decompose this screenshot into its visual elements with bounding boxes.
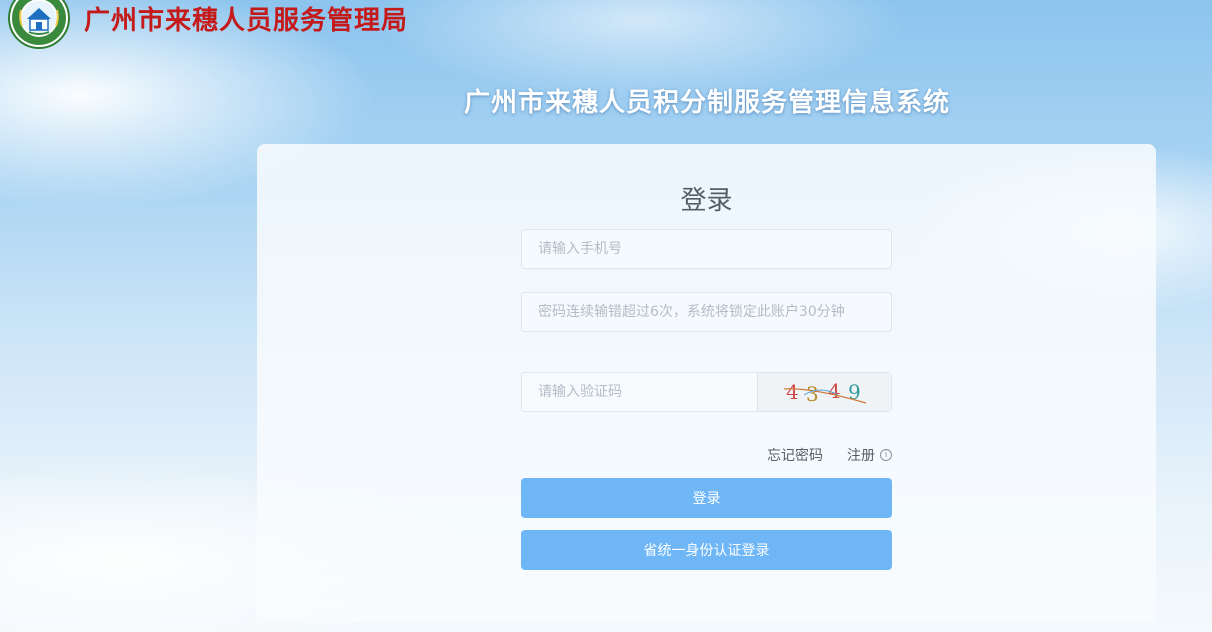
register-link[interactable]: 注册: [847, 445, 875, 465]
captcha-row: 4 3 4 9: [521, 372, 892, 412]
header: 广州市来穗人员服务管理局: [0, 0, 600, 78]
phone-input[interactable]: [522, 230, 891, 268]
login-card: 登录 4 3 4 9 忘记密码 注册 i 登录 省统一身份认证登录: [257, 144, 1156, 622]
info-icon[interactable]: i: [880, 449, 892, 461]
org-name: 广州市来穗人员服务管理局: [84, 5, 409, 36]
password-field[interactable]: [521, 292, 892, 332]
svg-text:3: 3: [806, 382, 819, 406]
captcha-image[interactable]: 4 3 4 9: [757, 373, 891, 411]
svg-text:4: 4: [786, 380, 799, 404]
captcha-glyphs: 4 3 4 9: [783, 379, 866, 406]
aux-links: 忘记密码 注册 i: [767, 445, 892, 465]
password-input[interactable]: [522, 293, 891, 331]
login-title: 登录: [680, 186, 733, 216]
captcha-input[interactable]: [522, 373, 757, 411]
phone-field[interactable]: [521, 229, 892, 269]
forgot-password-link[interactable]: 忘记密码: [767, 445, 823, 465]
system-title: 广州市来穗人员积分制服务管理信息系统: [463, 88, 950, 118]
unified-login-button[interactable]: 省统一身份认证登录: [521, 530, 892, 570]
org-logo: [7, 0, 71, 50]
login-button[interactable]: 登录: [521, 478, 892, 518]
